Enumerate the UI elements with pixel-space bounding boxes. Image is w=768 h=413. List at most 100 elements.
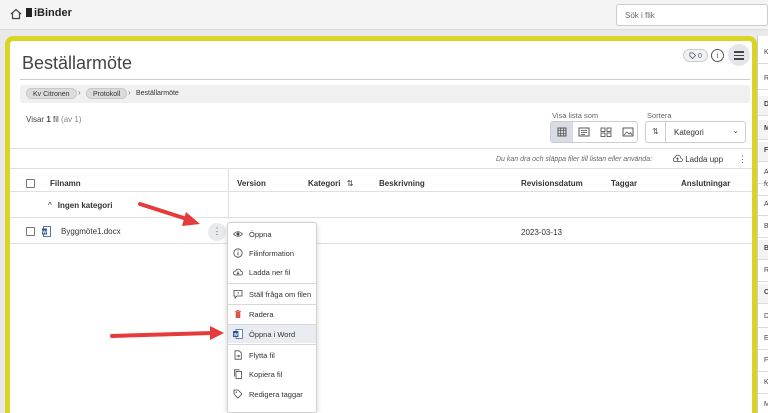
menu-item-label: Ställ fråga om filen (249, 290, 312, 299)
upload-label: Ladda upp (685, 155, 724, 164)
upload-button[interactable]: Ladda upp (672, 154, 723, 164)
menu-item-move-file[interactable]: Flytta fil (228, 346, 316, 364)
info-button[interactable]: i (711, 49, 724, 62)
word-icon: W (233, 329, 243, 339)
breadcrumb: Kv Citronen › Protokoll › Beställarmöte (20, 85, 750, 103)
cloud-upload-icon (672, 154, 683, 163)
menu-item-label: Ladda ner fil (249, 268, 291, 277)
page-title: Beställarmöte (22, 53, 133, 73)
menu-item-label: Öppna i Word (249, 330, 296, 339)
right-panel-item[interactable]: R (758, 262, 768, 282)
menu-item-label: Redigera taggar (249, 390, 303, 399)
visar-total: (av 1) (61, 115, 82, 124)
breadcrumb-current: Beställarmöte (136, 90, 179, 97)
select-all-checkbox[interactable] (26, 179, 35, 188)
column-header-filename[interactable]: Filnamn (50, 179, 81, 188)
breadcrumb-item-protokoll[interactable]: Protokoll (86, 88, 128, 99)
toolbar-divider (10, 148, 752, 149)
hamburger-menu-button[interactable] (728, 44, 750, 66)
word-file-icon: W (42, 226, 51, 237)
chevron-up-icon: ^ (48, 201, 52, 210)
menu-item-edit-tags[interactable]: Redigera taggar (228, 385, 316, 403)
right-panel-item[interactable]: K (758, 44, 768, 64)
search-input[interactable]: Sök i flik (616, 4, 768, 26)
chevron-right-icon: › (78, 88, 81, 97)
file-context-menu: Öppna Filinformation Ladda ner fil ? Stä… (227, 222, 317, 413)
list-view-icon (578, 127, 590, 137)
menu-item-download[interactable]: Ladda ner fil (228, 263, 316, 281)
right-panel-item[interactable]: K (758, 374, 768, 394)
view-mode-group (550, 121, 638, 143)
menu-item-copy-file[interactable]: Kopiera fil (228, 365, 316, 383)
group-label: Ingen kategori (57, 201, 113, 210)
column-header-version[interactable]: Version (237, 179, 266, 188)
column-divider (228, 169, 229, 219)
menu-item-label: Öppna (249, 230, 272, 239)
column-header-connections[interactable]: Anslutningar (681, 179, 730, 188)
right-panel-item[interactable]: D (758, 308, 768, 328)
menu-separator (228, 344, 316, 345)
right-panel-item[interactable]: M (758, 396, 768, 413)
move-file-icon (234, 350, 242, 360)
sort-icon: ⇅ (646, 122, 666, 142)
menu-item-label: Filinformation (249, 249, 295, 258)
right-panel-item[interactable]: F (758, 142, 768, 162)
right-panel-item[interactable]: B (758, 218, 768, 238)
column-header-description[interactable]: Beskrivning (379, 179, 425, 188)
menu-item-open[interactable]: Öppna (228, 225, 316, 243)
right-panel-item[interactable]: A (758, 196, 768, 216)
right-panel-item[interactable]: C (758, 284, 768, 304)
right-panel-item[interactable]: M (758, 120, 768, 140)
menu-item-label: Radera (249, 310, 274, 319)
file-count-text: Visar 1 fil (av 1) (26, 115, 81, 124)
group-header-ingen-kategori[interactable]: ^ Ingen kategori (48, 201, 112, 210)
row-actions-button[interactable]: ⋮ (208, 223, 226, 241)
right-panel-item[interactable]: F (758, 352, 768, 372)
row-divider (10, 243, 752, 244)
sort-value: Kategori (674, 128, 704, 137)
image-view-icon (622, 127, 634, 137)
column-header-category[interactable]: Kategori ⇅ (308, 179, 353, 188)
menu-item-open-in-word[interactable]: W Öppna i Word (228, 325, 316, 343)
visar-prefix: Visar (26, 115, 45, 124)
column-header-revision-date[interactable]: Revisionsdatum (521, 179, 583, 188)
svg-text:?: ? (237, 291, 240, 296)
menu-item-ask-question[interactable]: ? Ställ fråga om filen (228, 285, 316, 303)
trash-icon (235, 309, 241, 318)
menu-item-label: Flytta fil (249, 351, 275, 360)
row-checkbox[interactable] (26, 227, 35, 236)
info-icon (233, 248, 243, 258)
grid-view-icon (600, 127, 612, 137)
app-logo[interactable]: iBinder (26, 7, 72, 19)
cloud-download-icon (233, 268, 243, 276)
right-panel-item[interactable]: E (758, 330, 768, 350)
file-name[interactable]: Byggmöte1.docx (61, 227, 121, 236)
right-panel: K R D M F A fo A B B R C D E F K M (757, 36, 768, 413)
menu-item-file-info[interactable]: Filinformation (228, 244, 316, 262)
visar-unit: fil (53, 115, 59, 124)
copy-icon (234, 369, 242, 379)
breadcrumb-item-kv-citronen[interactable]: Kv Citronen (26, 88, 77, 99)
menu-separator (228, 283, 316, 284)
tag-count-badge[interactable]: 0 (683, 49, 708, 62)
group-divider (10, 217, 752, 218)
brand-name: iBinder (34, 7, 72, 19)
view-list-button[interactable] (573, 122, 595, 142)
right-panel-item[interactable]: R (758, 70, 768, 90)
table-top-divider (10, 168, 752, 169)
menu-item-label: Kopiera fil (249, 370, 283, 379)
home-icon[interactable] (10, 8, 22, 20)
more-options-icon[interactable]: ⋮ (738, 154, 747, 165)
top-bar: iBinder Sök i flik (0, 0, 768, 30)
sort-select[interactable]: ⇅ Kategori ⌄ (645, 121, 746, 143)
right-panel-item[interactable]: D (758, 96, 768, 116)
menu-item-delete[interactable]: Radera (228, 305, 316, 323)
logo-mark-icon (26, 8, 32, 17)
view-table-button[interactable] (551, 122, 573, 142)
view-gallery-button[interactable] (617, 122, 639, 142)
column-header-tags[interactable]: Taggar (611, 179, 637, 188)
view-grid-button[interactable] (595, 122, 617, 142)
right-panel-item[interactable]: B (758, 240, 768, 260)
right-panel-item[interactable]: fo (758, 176, 768, 196)
revision-date: 2023-03-13 (521, 228, 562, 237)
